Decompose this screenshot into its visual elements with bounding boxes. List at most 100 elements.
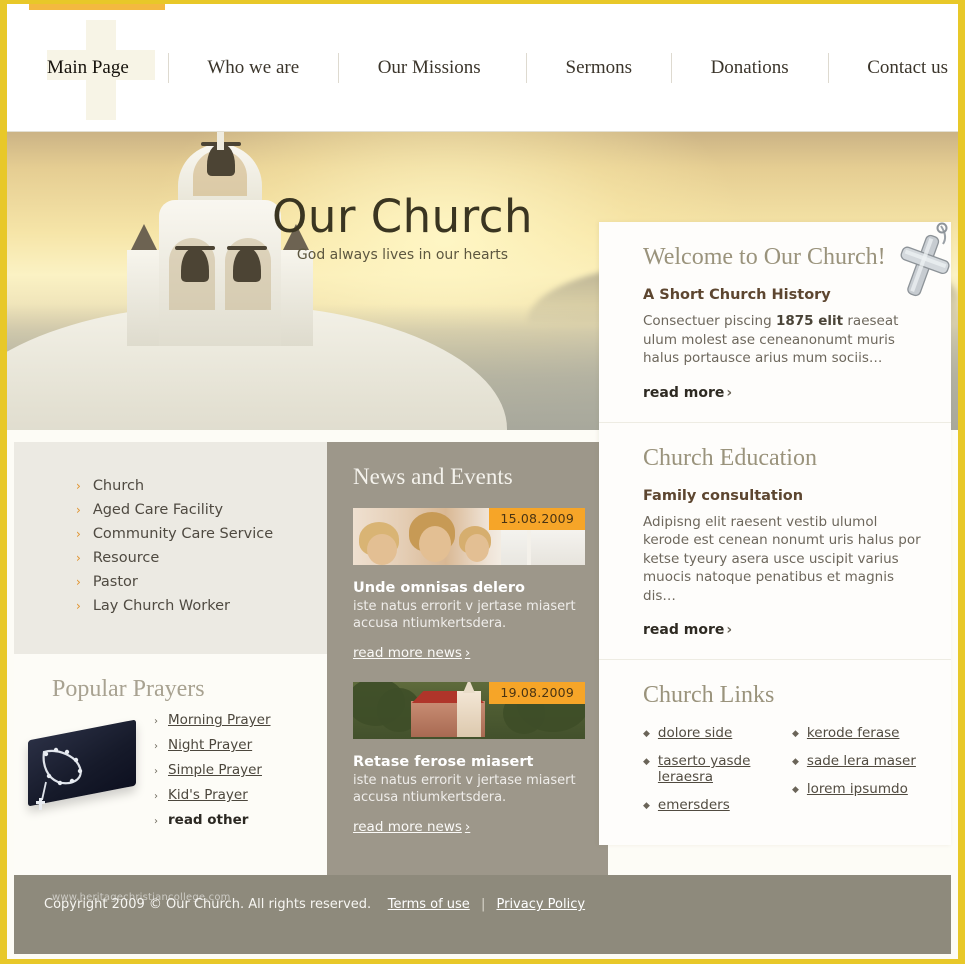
- education-read-more-link[interactable]: read more ›: [643, 622, 732, 638]
- chevron-right-icon: ›: [76, 599, 81, 613]
- news-read-more-link[interactable]: read more news ›: [353, 819, 470, 835]
- list-item[interactable]: › Simple Prayer: [154, 762, 271, 778]
- sidebar-item-label: Pastor: [92, 574, 138, 590]
- church-link[interactable]: taserto yasde leraesra: [658, 753, 772, 785]
- chevron-right-icon: ›: [76, 479, 81, 493]
- diamond-bullet-icon: ◆: [643, 757, 650, 767]
- education-subheading: Family consultation: [643, 487, 804, 504]
- news-title: Unde omnisas delero: [353, 580, 525, 596]
- news-read-more-label: read more news: [353, 645, 462, 661]
- copyright-text: Copyright 2009 © Our Church. All rights …: [44, 897, 372, 912]
- news-thumbnail-church: 19.08.2009: [353, 682, 585, 739]
- sidebar-item-lay-church-worker[interactable]: › Lay Church Worker: [76, 598, 327, 614]
- chevron-right-icon: ›: [154, 791, 158, 802]
- list-item[interactable]: ◆ sade lera maser: [792, 753, 921, 769]
- list-item[interactable]: › Morning Prayer: [154, 712, 271, 728]
- page-root: Main Page Who we are Our Missions Sermon…: [0, 0, 965, 964]
- sidebar-item-pastor[interactable]: › Pastor: [76, 574, 327, 590]
- sidebar-item-community-care-service[interactable]: › Community Care Service: [76, 526, 327, 542]
- news-and-events-column: News and Events 15.08.2009 Unde omnisas …: [327, 442, 608, 884]
- prayer-link-morning[interactable]: Morning Prayer: [168, 712, 271, 728]
- chevron-right-icon: ›: [464, 645, 471, 661]
- sidebar-item-label: Community Care Service: [92, 526, 274, 542]
- nav-item-who-we-are[interactable]: Who we are: [197, 57, 309, 79]
- prayer-links-list: › Morning Prayer › Night Prayer › Simple Pr…: [154, 712, 271, 837]
- right-content-column: Welcome to Our Church! A Short Church Hi…: [599, 222, 951, 845]
- sidebar-item-label: Aged Care Facility: [92, 502, 224, 518]
- tower-cross-icon: [217, 132, 224, 150]
- welcome-body: Consectuer piscing 1875 elit raeseat ulu…: [643, 312, 921, 368]
- sidebar-menu: › Church › Aged Care Facility › Community C…: [14, 442, 327, 654]
- education-heading: Church Education: [643, 444, 817, 471]
- welcome-panel: Welcome to Our Church! A Short Church Hi…: [599, 222, 951, 422]
- church-link[interactable]: emersders: [658, 797, 730, 813]
- nav-divider: [827, 53, 829, 83]
- list-item[interactable]: › read other: [154, 812, 271, 828]
- diamond-bullet-icon: ◆: [643, 729, 650, 739]
- church-links-heading: Church Links: [643, 682, 775, 708]
- sidebar-item-aged-care-facility[interactable]: › Aged Care Facility: [76, 502, 327, 518]
- prayer-link-night[interactable]: Night Prayer: [168, 737, 252, 753]
- church-links-panel: Church Links ◆ dolore side ◆ taserto yasde…: [599, 659, 951, 845]
- chevron-right-icon: ›: [154, 716, 158, 727]
- sidebar-item-label: Lay Church Worker: [92, 598, 230, 614]
- diamond-bullet-icon: ◆: [792, 757, 799, 767]
- prayer-link-read-other[interactable]: read other: [168, 812, 248, 828]
- nav-item-contact-us[interactable]: Contact us: [857, 57, 958, 79]
- welcome-read-more-link[interactable]: read more ›: [643, 385, 732, 401]
- chevron-right-icon: ›: [76, 503, 81, 517]
- left-sidebar: › Church › Aged Care Facility › Community C…: [14, 442, 327, 884]
- welcome-subheading: A Short Church History: [643, 287, 831, 303]
- church-links-grid: ◆ dolore side ◆ taserto yasde leraesra ◆ em…: [643, 725, 921, 825]
- prayer-link-simple[interactable]: Simple Prayer: [168, 762, 262, 778]
- chevron-right-icon: ›: [76, 551, 81, 565]
- rosary-icon: [36, 747, 83, 810]
- nav-item-sermons[interactable]: Sermons: [556, 57, 643, 79]
- footer-content: www.heritagechristiancollege.com Copyrig…: [14, 875, 951, 912]
- nav-item-main-page[interactable]: Main Page: [37, 57, 139, 79]
- welcome-body-bold: 1875 elit: [775, 313, 844, 329]
- privacy-policy-link[interactable]: Privacy Policy: [496, 897, 585, 912]
- prayer-link-kids[interactable]: Kid's Prayer: [168, 787, 248, 803]
- sidebar-item-label: Resource: [92, 550, 160, 566]
- welcome-heading: Welcome to Our Church!: [643, 244, 886, 270]
- church-links-column-left: ◆ dolore side ◆ taserto yasde leraesra ◆ em…: [643, 725, 772, 825]
- church-link[interactable]: lorem ipsumdo: [807, 781, 908, 797]
- diamond-bullet-icon: ◆: [792, 729, 799, 739]
- chevron-right-icon: ›: [76, 527, 81, 541]
- list-item[interactable]: › Kid's Prayer: [154, 787, 271, 803]
- list-item[interactable]: ◆ kerode ferase: [792, 725, 921, 741]
- list-item[interactable]: ◆ lorem ipsumdo: [792, 781, 921, 797]
- nav-item-our-missions[interactable]: Our Missions: [368, 57, 491, 79]
- sidebar-item-label: Church: [92, 478, 145, 494]
- church-links-column-right: ◆ kerode ferase ◆ sade lera maser ◆ lorem i…: [792, 725, 921, 825]
- chevron-right-icon: ›: [154, 766, 158, 777]
- sidebar-item-church[interactable]: › Church: [76, 478, 327, 494]
- sidebar-item-resource[interactable]: › Resource: [76, 550, 327, 566]
- diamond-bullet-icon: ◆: [792, 785, 799, 795]
- news-thumbnail-children: 15.08.2009: [353, 508, 585, 565]
- nav-divider: [338, 53, 339, 83]
- nav-list: Main Page Who we are Our Missions Sermon…: [7, 4, 958, 132]
- chevron-right-icon: ›: [726, 622, 733, 638]
- news-read-more-link[interactable]: read more news ›: [353, 645, 470, 661]
- list-item[interactable]: ◆ taserto yasde leraesra: [643, 753, 772, 785]
- bible-with-rosary-image: [22, 716, 144, 820]
- list-item[interactable]: ◆ dolore side: [643, 725, 772, 741]
- list-item[interactable]: ◆ emersders: [643, 797, 772, 813]
- news-date-badge: 19.08.2009: [489, 682, 585, 704]
- nav-divider: [670, 53, 672, 83]
- education-read-more-label: read more: [643, 622, 725, 638]
- news-date-badge: 15.08.2009: [489, 508, 585, 530]
- top-navigation-bar: Main Page Who we are Our Missions Sermon…: [7, 4, 958, 132]
- church-link[interactable]: kerode ferase: [807, 725, 900, 741]
- list-item[interactable]: › Night Prayer: [154, 737, 271, 753]
- news-title: Retase ferose miasert: [353, 754, 534, 770]
- nav-item-donations[interactable]: Donations: [701, 57, 799, 79]
- church-link[interactable]: sade lera maser: [807, 753, 916, 769]
- terms-of-use-link[interactable]: Terms of use: [388, 897, 470, 912]
- news-heading: News and Events: [353, 464, 513, 489]
- church-link[interactable]: dolore side: [658, 725, 732, 741]
- footer-separator: |: [480, 897, 486, 912]
- popular-prayers-section: Popular Prayers ›Morning Prayer ›Night: [14, 654, 327, 884]
